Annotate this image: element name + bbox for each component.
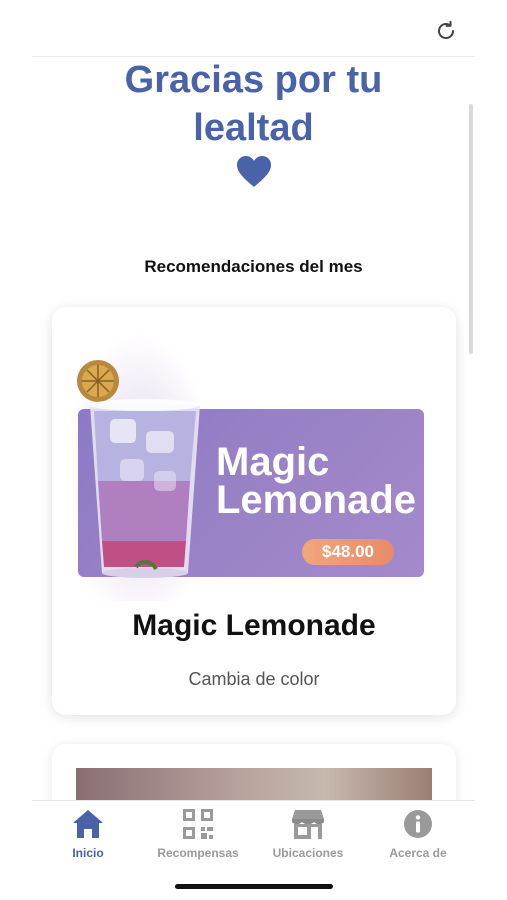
- tab-label-ubicaciones: Ubicaciones: [272, 846, 344, 860]
- hero-title-line1: Gracias por tu: [124, 59, 383, 101]
- hero-title-line2: lealtad: [193, 107, 314, 149]
- heart-icon: [237, 156, 271, 187]
- price-badge: $48.00: [302, 539, 394, 565]
- promo-title-line2: Lemonade: [216, 478, 417, 522]
- hero-title: Gracias por tu lealtad: [0, 56, 507, 152]
- drink-illustration: [77, 360, 200, 578]
- promo-image: Magic Lemonade $48.00: [76, 331, 426, 601]
- product-description: Cambia de color: [188, 669, 320, 689]
- product-name: Magic Lemonade: [132, 609, 376, 642]
- refresh-icon: [438, 20, 454, 39]
- section-title: Recomendaciones del mes: [144, 257, 363, 276]
- store-icon: [292, 810, 324, 839]
- home-icon: [73, 810, 103, 838]
- top-bar: [0, 0, 507, 57]
- promo-title-line1: Magic: [216, 440, 330, 484]
- qr-code-icon: [183, 809, 213, 839]
- info-icon: [404, 810, 432, 838]
- home-indicator[interactable]: [175, 884, 333, 889]
- refresh-button[interactable]: [433, 18, 459, 44]
- tab-label-recompensas: Recompensas: [157, 846, 239, 860]
- promo-banner-title: Magic Lemonade: [216, 440, 426, 522]
- tab-label-acerca-de: Acerca de: [389, 846, 447, 860]
- tab-bar-divider: [32, 800, 475, 801]
- tab-inicio[interactable]: Inicio: [33, 808, 143, 860]
- tab-label-inicio: Inicio: [72, 846, 104, 860]
- recommendation-card[interactable]: Magic Lemonade $48.00 Magic Lemonade Cam…: [52, 307, 456, 715]
- tab-recompensas[interactable]: Recompensas: [143, 808, 253, 860]
- tab-ubicaciones[interactable]: Ubicaciones: [253, 808, 363, 860]
- tab-acerca-de[interactable]: Acerca de: [363, 808, 473, 860]
